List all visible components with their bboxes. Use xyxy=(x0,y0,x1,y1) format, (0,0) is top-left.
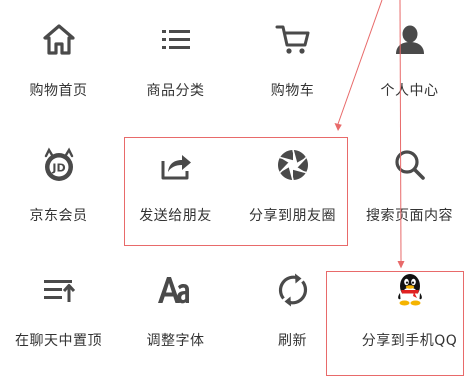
menu-item-profile[interactable]: 个人中心 xyxy=(351,0,468,125)
menu-item-pin-top[interactable]: 在聊天中置顶 xyxy=(0,250,117,375)
cart-icon xyxy=(273,20,313,60)
menu-item-home[interactable]: 购物首页 xyxy=(0,0,117,125)
menu-item-label: 京东会员 xyxy=(29,208,88,224)
share-menu-grid: 购物首页 商品分类 购物车 个人中心 JD 京东会员 发送给朋友 分享到朋友圈 … xyxy=(0,0,468,376)
svg-text:JD: JD xyxy=(51,162,65,175)
menu-item-send-to-friend[interactable]: 发送给朋友 xyxy=(117,125,234,250)
menu-item-label: 购物车 xyxy=(270,83,315,99)
menu-item-share-qq[interactable]: 分享到手机QQ xyxy=(351,250,468,375)
menu-item-label: 购物首页 xyxy=(29,83,88,99)
menu-item-categories[interactable]: 商品分类 xyxy=(117,0,234,125)
menu-item-refresh[interactable]: 刷新 xyxy=(234,250,351,375)
refresh-icon xyxy=(273,270,313,310)
search-icon xyxy=(390,145,430,185)
menu-item-search-page[interactable]: 搜索页面内容 xyxy=(351,125,468,250)
menu-item-cart[interactable]: 购物车 xyxy=(234,0,351,125)
menu-item-label: 刷新 xyxy=(278,333,307,349)
menu-item-label: 分享到朋友圈 xyxy=(249,208,336,224)
menu-item-label: 个人中心 xyxy=(380,83,439,99)
user-icon xyxy=(390,20,430,60)
menu-item-label: 发送给朋友 xyxy=(139,208,212,224)
moments-icon xyxy=(273,145,313,185)
menu-item-label: 在聊天中置顶 xyxy=(15,333,102,349)
share-icon xyxy=(156,145,196,185)
menu-item-font-size[interactable]: 调整字体 xyxy=(117,250,234,375)
jd-member-icon: JD xyxy=(39,145,79,185)
pin-top-icon xyxy=(39,270,79,310)
qq-icon xyxy=(390,270,430,310)
home-icon xyxy=(39,20,79,60)
menu-item-label: 搜索页面内容 xyxy=(366,208,453,224)
menu-item-label: 调整字体 xyxy=(146,333,205,349)
menu-item-label: 分享到手机QQ xyxy=(361,333,458,349)
list-icon xyxy=(156,20,196,60)
font-icon xyxy=(156,270,196,310)
menu-item-jd-member[interactable]: JD 京东会员 xyxy=(0,125,117,250)
menu-item-label: 商品分类 xyxy=(146,83,205,99)
menu-item-share-moments[interactable]: 分享到朋友圈 xyxy=(234,125,351,250)
